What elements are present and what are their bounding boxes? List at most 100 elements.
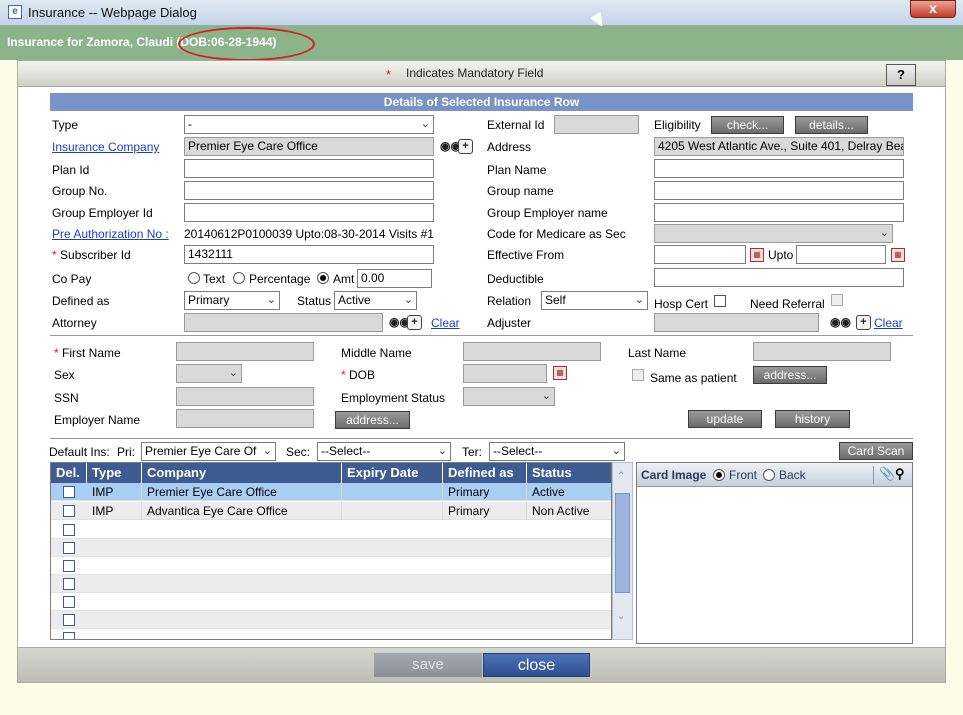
copay-amt-radio[interactable] <box>317 272 329 284</box>
first-name-field[interactable] <box>176 342 314 361</box>
table-row[interactable] <box>51 539 611 557</box>
status-select[interactable]: Active ⌄ <box>334 291 417 310</box>
delete-checkbox[interactable] <box>63 578 75 590</box>
card-scan-button[interactable]: Card Scan <box>839 442 913 460</box>
table-row[interactable] <box>51 629 611 639</box>
delete-checkbox[interactable] <box>63 505 75 517</box>
save-button[interactable]: save <box>374 653 482 677</box>
subscriber-id-field[interactable]: 1432111 <box>184 245 434 264</box>
magnifier-icon[interactable]: ⚲ <box>895 466 905 482</box>
default-tertiary-select[interactable]: --Select-- ⌄ <box>489 442 625 461</box>
pre-authorization-link[interactable]: Pre Authorization No : <box>52 227 169 241</box>
need-referral-label: Need Referral <box>750 297 825 311</box>
table-row[interactable] <box>51 521 611 539</box>
plan-name-field[interactable] <box>654 159 904 178</box>
subscriber-address-button[interactable]: address... <box>753 366 827 384</box>
column-header[interactable]: Expiry Date <box>342 463 443 483</box>
delete-checkbox[interactable] <box>63 614 75 626</box>
medicare-select[interactable]: ⌄ <box>654 224 893 243</box>
copay-percentage-radio[interactable] <box>233 272 245 284</box>
external-id-field[interactable] <box>554 115 639 134</box>
chevron-down-icon: ⌄ <box>262 445 272 457</box>
relation-select[interactable]: Self ⌄ <box>541 291 648 310</box>
group-employer-name-field[interactable] <box>654 203 904 222</box>
plan-id-field[interactable] <box>184 159 434 178</box>
upto-field[interactable] <box>796 245 886 264</box>
deductible-field[interactable] <box>654 268 904 287</box>
add-icon[interactable]: + <box>856 315 871 330</box>
group-employer-id-field[interactable] <box>184 203 434 222</box>
scrollbar-thumb[interactable] <box>615 493 630 593</box>
column-header[interactable]: Del. <box>51 463 87 483</box>
details-button[interactable]: details... <box>795 116 868 134</box>
delete-checkbox[interactable] <box>63 542 75 554</box>
update-button[interactable]: update <box>688 410 762 428</box>
delete-checkbox[interactable] <box>63 524 75 536</box>
calendar-icon[interactable]: ▦ <box>750 248 764 262</box>
employer-address-button[interactable]: address... <box>335 411 410 429</box>
insurance-company-link[interactable]: Insurance Company <box>52 140 159 154</box>
scroll-up-icon[interactable]: ⌃ <box>617 471 625 482</box>
sex-select[interactable]: ⌄ <box>176 364 242 383</box>
table-scrollbar[interactable]: ⌃ ⌄ <box>612 462 633 640</box>
check-button[interactable]: check... <box>711 116 784 134</box>
column-header[interactable]: Defined as <box>443 463 527 483</box>
column-header[interactable]: Type <box>87 463 142 483</box>
history-button[interactable]: history <box>775 410 850 428</box>
insurance-company-field[interactable]: Premier Eye Care Office <box>184 137 434 156</box>
delete-checkbox[interactable] <box>63 560 75 572</box>
add-icon[interactable]: + <box>458 139 473 154</box>
address-field[interactable]: 4205 West Atlantic Ave., Suite 401, Delr… <box>654 137 904 156</box>
paperclip-icon[interactable]: 📎 <box>879 466 895 482</box>
copay-amt-label: Amt <box>333 272 355 286</box>
table-row[interactable] <box>51 557 611 575</box>
binoculars-icon[interactable]: ◉◉ <box>830 315 851 329</box>
group-no-field[interactable] <box>184 181 434 200</box>
dob-field[interactable] <box>463 364 547 383</box>
effective-from-field[interactable] <box>654 245 746 264</box>
copay-text-radio[interactable] <box>188 272 200 284</box>
adjuster-field[interactable] <box>654 313 819 332</box>
table-row[interactable]: IMP Premier Eye Care Office Primary Acti… <box>51 483 611 501</box>
add-icon[interactable]: + <box>407 315 422 330</box>
copay-percentage-label: Percentage <box>249 272 311 286</box>
card-back-radio[interactable] <box>763 469 775 481</box>
middle-name-field[interactable] <box>463 342 601 361</box>
card-front-radio[interactable] <box>713 469 725 481</box>
hosp-cert-checkbox[interactable] <box>714 295 726 307</box>
attorney-clear-link[interactable]: Clear <box>431 316 460 330</box>
default-primary-select[interactable]: Premier Eye Care Of ⌄ <box>141 442 276 461</box>
employment-status-select[interactable]: ⌄ <box>463 387 555 406</box>
chevron-down-icon: ⌄ <box>437 445 447 457</box>
table-row[interactable] <box>51 593 611 611</box>
calendar-icon[interactable]: ▦ <box>891 248 905 262</box>
delete-checkbox[interactable] <box>63 596 75 608</box>
ssn-field[interactable] <box>176 387 314 406</box>
table-row[interactable] <box>51 575 611 593</box>
employer-name-field[interactable] <box>176 409 314 428</box>
last-name-field[interactable] <box>753 342 891 361</box>
same-as-patient-checkbox[interactable] <box>632 369 644 381</box>
defined-as-select[interactable]: Primary ⌄ <box>184 291 280 310</box>
help-button[interactable]: ? <box>886 64 916 86</box>
type-select[interactable]: - ⌄ <box>184 115 434 134</box>
default-secondary-select[interactable]: --Select-- ⌄ <box>317 442 451 461</box>
table-row[interactable] <box>51 611 611 629</box>
column-header[interactable]: Company <box>142 463 342 483</box>
column-header[interactable]: Status <box>527 463 611 483</box>
scroll-down-icon[interactable]: ⌄ <box>617 611 625 622</box>
attorney-field[interactable] <box>184 313 383 332</box>
window-close-button[interactable]: x <box>910 0 956 18</box>
table-row[interactable]: IMP Advantica Eye Care Office Primary No… <box>51 502 611 520</box>
need-referral-checkbox[interactable] <box>831 294 843 306</box>
close-button[interactable]: close <box>483 653 590 677</box>
adjuster-clear-link[interactable]: Clear <box>874 316 903 330</box>
delete-checkbox[interactable] <box>63 486 75 498</box>
chevron-down-icon: ⌄ <box>228 367 238 379</box>
mandatory-star: * <box>386 67 392 82</box>
default-ins-label: Default Ins: <box>49 445 110 459</box>
calendar-icon[interactable]: ▦ <box>553 366 567 380</box>
delete-checkbox[interactable] <box>63 632 75 639</box>
group-name-field[interactable] <box>654 181 904 200</box>
copay-amount-field[interactable]: 0.00 <box>357 269 432 288</box>
